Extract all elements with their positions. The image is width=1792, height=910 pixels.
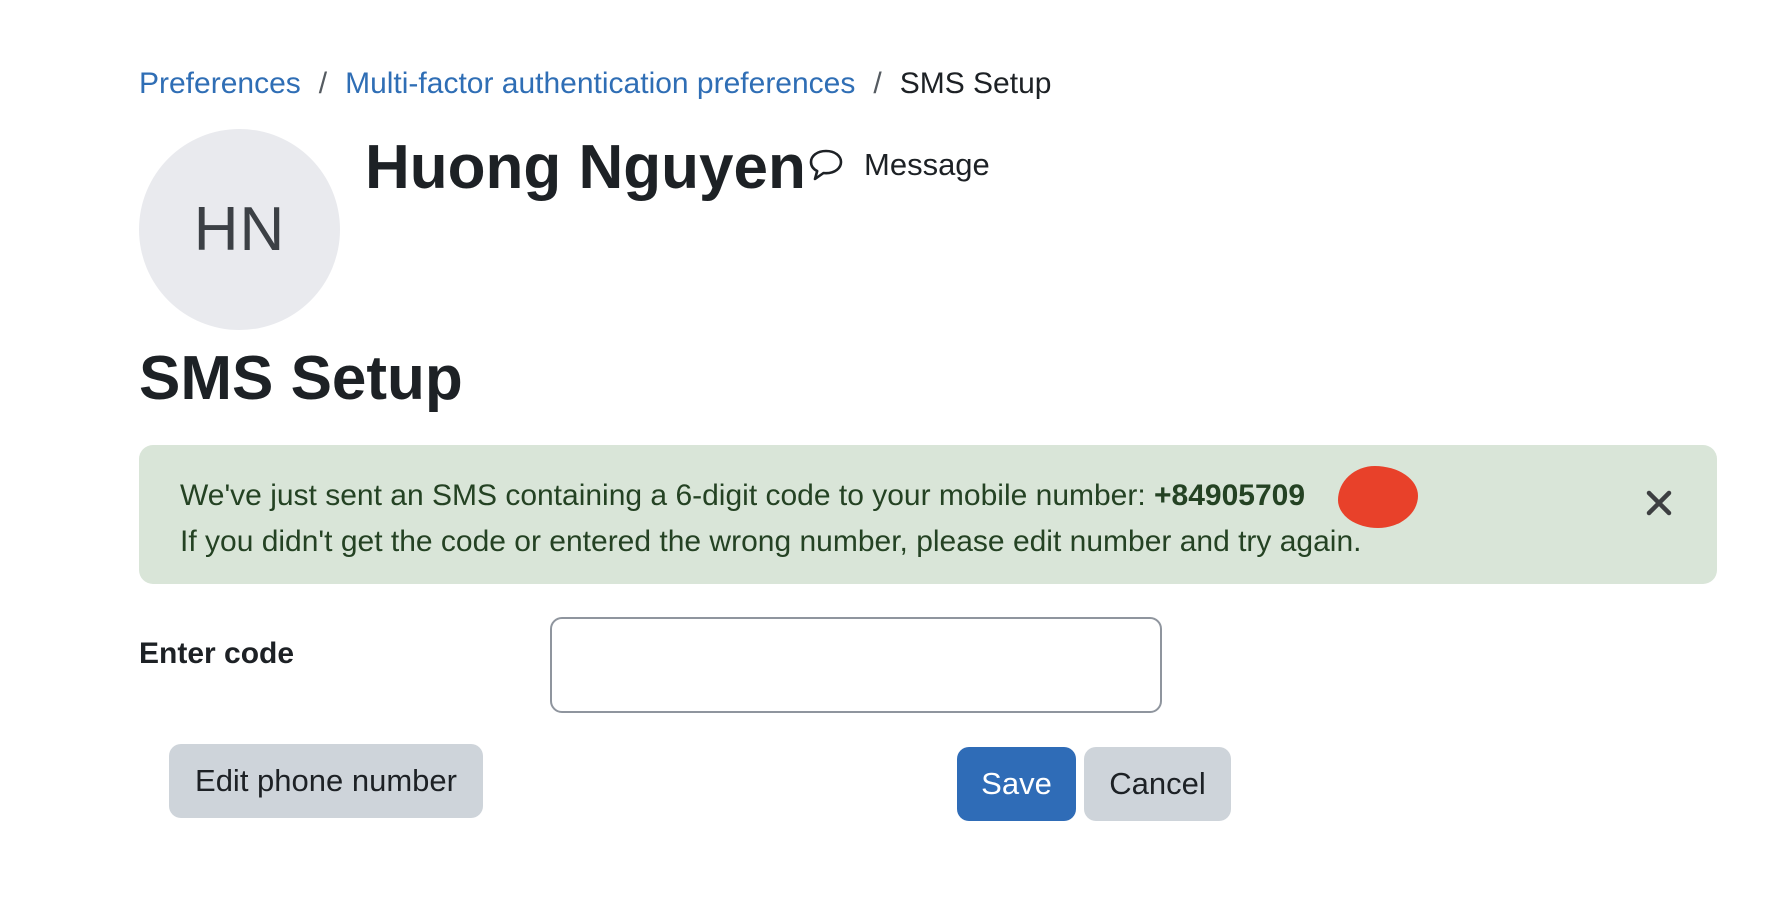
speech-bubble-icon <box>809 149 843 181</box>
avatar-initials: HN <box>193 195 286 264</box>
message-label: Message <box>864 147 990 182</box>
cancel-button[interactable]: Cancel <box>1084 747 1231 821</box>
avatar: HN <box>139 129 340 330</box>
alert-line-2: If you didn't get the code or entered th… <box>180 525 1362 558</box>
redaction-mark <box>1338 466 1418 528</box>
alert-phone-number: +84905709 <box>1154 479 1306 512</box>
enter-code-label: Enter code <box>139 637 295 670</box>
alert-line-1: We've just sent an SMS containing a 6-di… <box>180 473 1676 519</box>
page-title: SMS Setup <box>139 344 463 413</box>
breadcrumb-link-mfa-preferences[interactable]: Multi-factor authentication preferences <box>345 62 855 106</box>
code-input[interactable] <box>550 617 1162 713</box>
save-button[interactable]: Save <box>957 747 1076 821</box>
message-link[interactable]: Message <box>808 147 990 183</box>
breadcrumb-current: SMS Setup <box>899 67 1052 100</box>
breadcrumb-separator: / <box>318 67 328 100</box>
page: Preferences / Multi-factor authenticatio… <box>0 0 1792 910</box>
breadcrumb-separator: / <box>873 67 882 100</box>
alert-close-button[interactable] <box>1639 483 1679 523</box>
success-alert: We've just sent an SMS containing a 6-di… <box>139 445 1717 584</box>
breadcrumb: Preferences / Multi-factor authenticatio… <box>139 62 1051 106</box>
breadcrumb-link-preferences[interactable]: Preferences <box>139 62 301 106</box>
edit-phone-number-button[interactable]: Edit phone number <box>169 744 483 818</box>
alert-message-text: We've just sent an SMS containing a 6-di… <box>180 479 1155 512</box>
user-name: Huong Nguyen <box>365 133 806 202</box>
close-icon <box>1646 490 1672 516</box>
